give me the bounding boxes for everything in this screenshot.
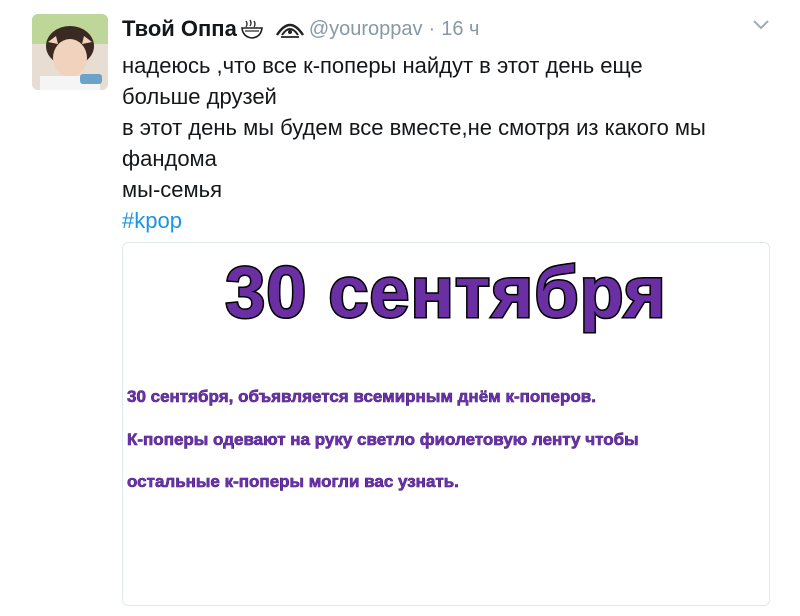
media-text-line: 30 сентября, объявляется всемирным днём …	[127, 387, 597, 407]
tweet-text-line: в этот день мы будем все вместе,не смотр…	[122, 115, 706, 140]
avatar-image	[32, 14, 108, 90]
tweet-text: надеюсь ,что все к-поперы найдут в этот …	[122, 50, 782, 236]
tweet-timestamp[interactable]: 16 ч	[441, 18, 479, 41]
tweet-text-line: больше друзей	[122, 84, 277, 109]
chevron-down-icon	[753, 20, 769, 30]
tweet-text-line: надеюсь ,что все к-поперы найдут в этот …	[122, 53, 643, 78]
media-text-line: К-поперы одевают на руку светло фиолетов…	[127, 430, 639, 450]
hashtag-link[interactable]: #kpop	[122, 205, 182, 236]
author-handle[interactable]: @youroppav	[309, 18, 423, 41]
media-title: 30 сентября	[224, 252, 667, 335]
tweet-header: Твой Оппа @youroppav · 16 ч	[122, 12, 479, 46]
author-name[interactable]: Твой Оппа	[122, 16, 237, 42]
avatar[interactable]	[32, 14, 108, 90]
separator-dot: ·	[428, 17, 436, 40]
ramen-bowl-icon	[240, 19, 263, 39]
tweet-media-image[interactable]: 30 сентября 30 сентября, объявляется все…	[122, 242, 770, 606]
media-text-line: остальные к-поперы могли вас узнать.	[127, 472, 460, 492]
tweet-text-line: фандома	[122, 146, 217, 171]
tweet-menu-button[interactable]	[748, 14, 774, 36]
fan-icon	[275, 19, 305, 39]
tweet-text-line: мы-семья	[122, 177, 222, 202]
